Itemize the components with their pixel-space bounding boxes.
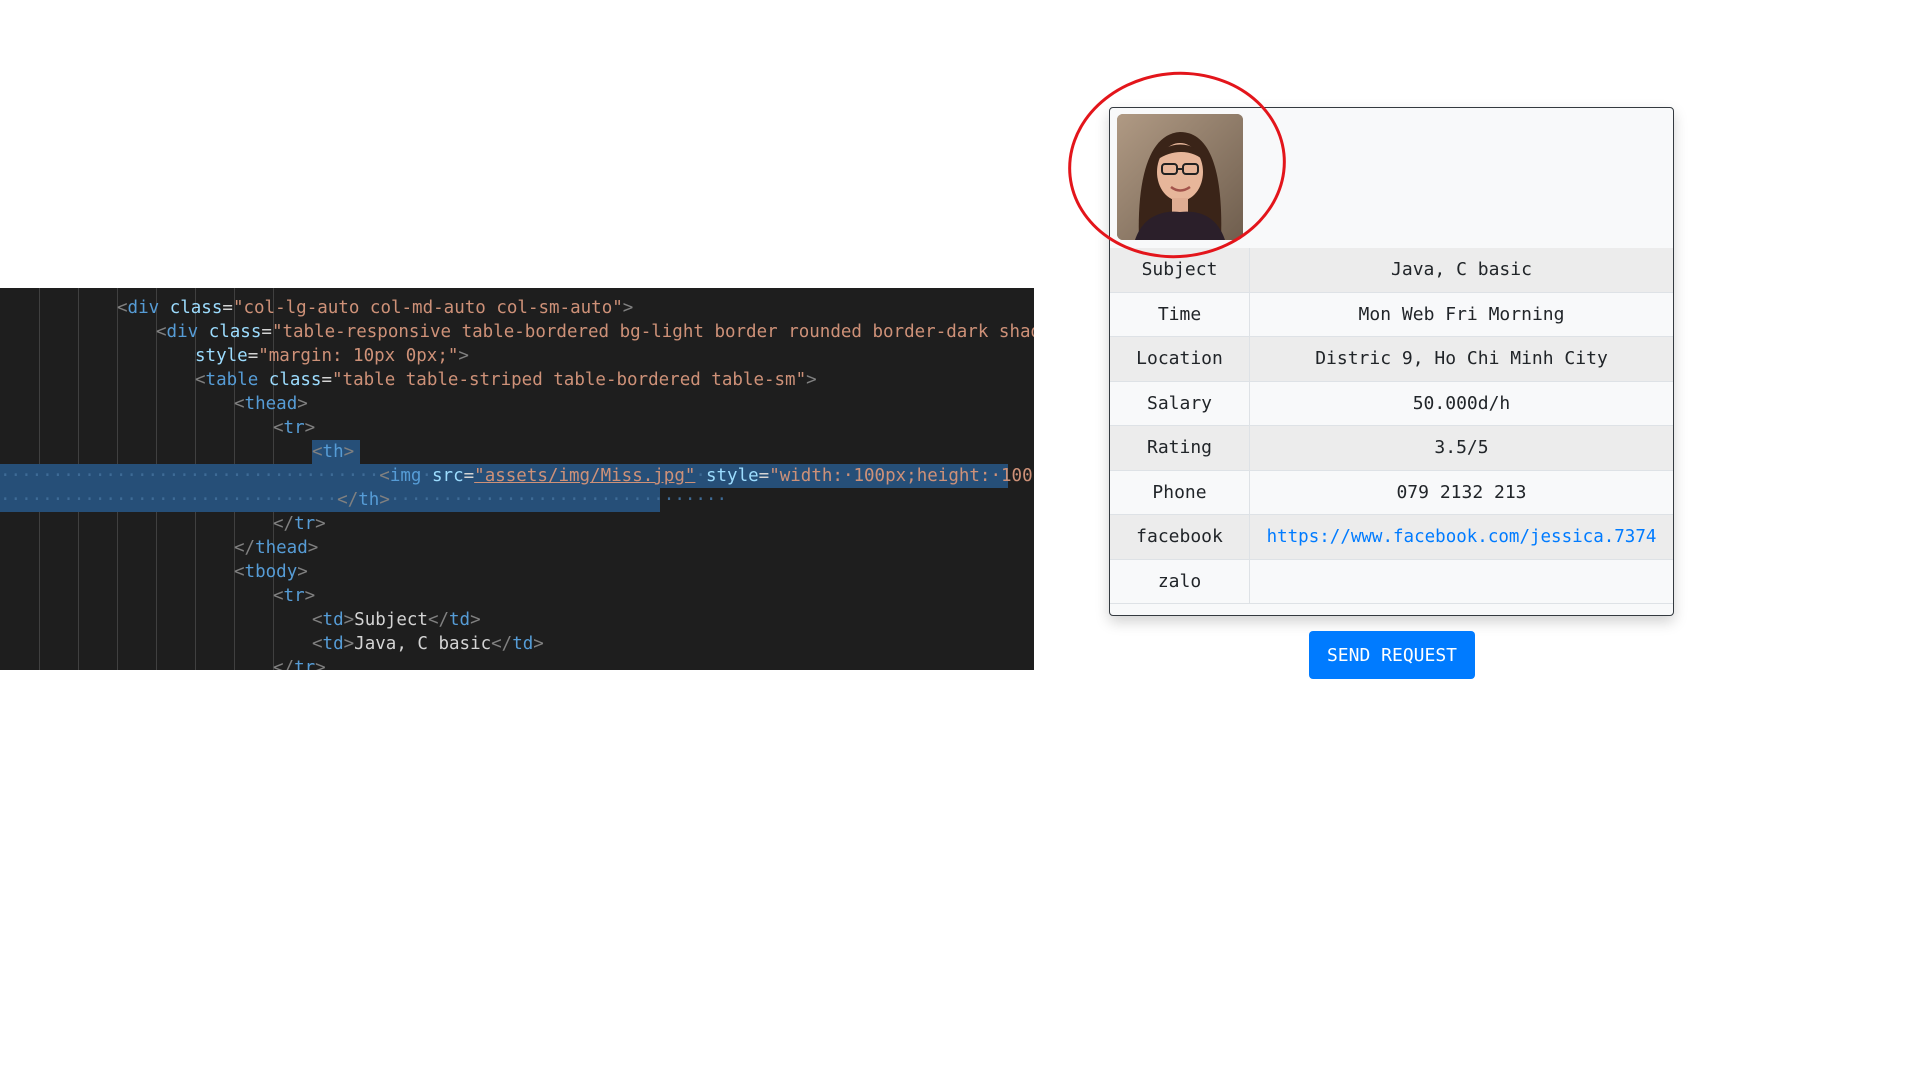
row-value: Distric 9, Ho Chi Minh City xyxy=(1315,348,1608,370)
profile-row-phone: Phone 079 2132 213 xyxy=(1110,470,1673,515)
profile-row-subject: Subject Java, C basic xyxy=(1110,248,1673,293)
code-line[interactable]: <div class="col-lg-auto col-md-auto col-… xyxy=(0,296,1034,320)
row-label: Time xyxy=(1110,292,1250,336)
profile-row-facebook: facebook https://www.facebook.com/jessica… xyxy=(1110,515,1673,560)
code-line[interactable]: </thead> xyxy=(0,536,1034,560)
profile-row-rating: Rating 3.5/5 xyxy=(1110,426,1673,471)
code-line[interactable]: </tr> xyxy=(0,656,1034,670)
code-line[interactable]: ································</th>···… xyxy=(0,488,1034,512)
row-value: 079 2132 213 xyxy=(1396,481,1527,503)
row-value xyxy=(1250,560,1673,604)
code-line[interactable]: <thead> xyxy=(0,392,1034,416)
code-line[interactable]: <div class="table-responsive table-borde… xyxy=(0,320,1034,344)
code-line[interactable]: style="margin: 10px 0px;"> xyxy=(0,344,1034,368)
row-value: 3.5/5 xyxy=(1434,437,1489,459)
profile-row-salary: Salary 50.000d/h xyxy=(1110,381,1673,426)
facebook-link[interactable]: https://www.facebook.com/jessica.7374 xyxy=(1267,527,1657,547)
code-line[interactable]: <th> xyxy=(0,440,1034,464)
code-line[interactable]: <td>Subject</td> xyxy=(0,608,1034,632)
code-line[interactable]: <tr> xyxy=(0,416,1034,440)
row-label: Rating xyxy=(1110,426,1250,470)
card-header xyxy=(1110,108,1673,249)
code-line[interactable]: <tbody> xyxy=(0,560,1034,584)
profile-row-zalo: zalo xyxy=(1110,559,1673,604)
row-label: Salary xyxy=(1110,381,1250,425)
row-value: Java, C basic xyxy=(1391,259,1532,281)
row-value[interactable]: https://www.facebook.com/jessica.7374 xyxy=(1250,515,1673,559)
code-line[interactable]: </tr> xyxy=(0,512,1034,536)
profile-row-time: Time Mon Web Fri Morning xyxy=(1110,292,1673,337)
row-label: facebook xyxy=(1110,515,1250,559)
tutor-profile-card: Subject Java, C basic Time Mon Web Fri Morn… xyxy=(1109,107,1674,616)
code-line[interactable]: <tr> xyxy=(0,584,1034,608)
send-request-button[interactable]: SEND REQUEST xyxy=(1309,631,1475,679)
code-line[interactable]: <table class="table table-striped table-… xyxy=(0,368,1034,392)
profile-table: Subject Java, C basic Time Mon Web Fri Morn… xyxy=(1110,248,1673,604)
code-line[interactable]: ····································<img… xyxy=(0,464,1034,488)
row-label: Subject xyxy=(1110,248,1250,292)
row-value: 50.000d/h xyxy=(1412,392,1511,414)
row-label: Location xyxy=(1110,337,1250,381)
code-line[interactable]: <td>Java, C basic</td> xyxy=(0,632,1034,656)
profile-row-location: Location Distric 9, Ho Chi Minh City xyxy=(1110,337,1673,382)
code-editor[interactable]: <div class="col-lg-auto col-md-auto col-… xyxy=(0,288,1034,670)
row-label: zalo xyxy=(1110,559,1250,603)
row-label: Phone xyxy=(1110,470,1250,514)
row-value: Mon Web Fri Morning xyxy=(1358,303,1565,325)
tutor-photo xyxy=(1117,114,1243,240)
